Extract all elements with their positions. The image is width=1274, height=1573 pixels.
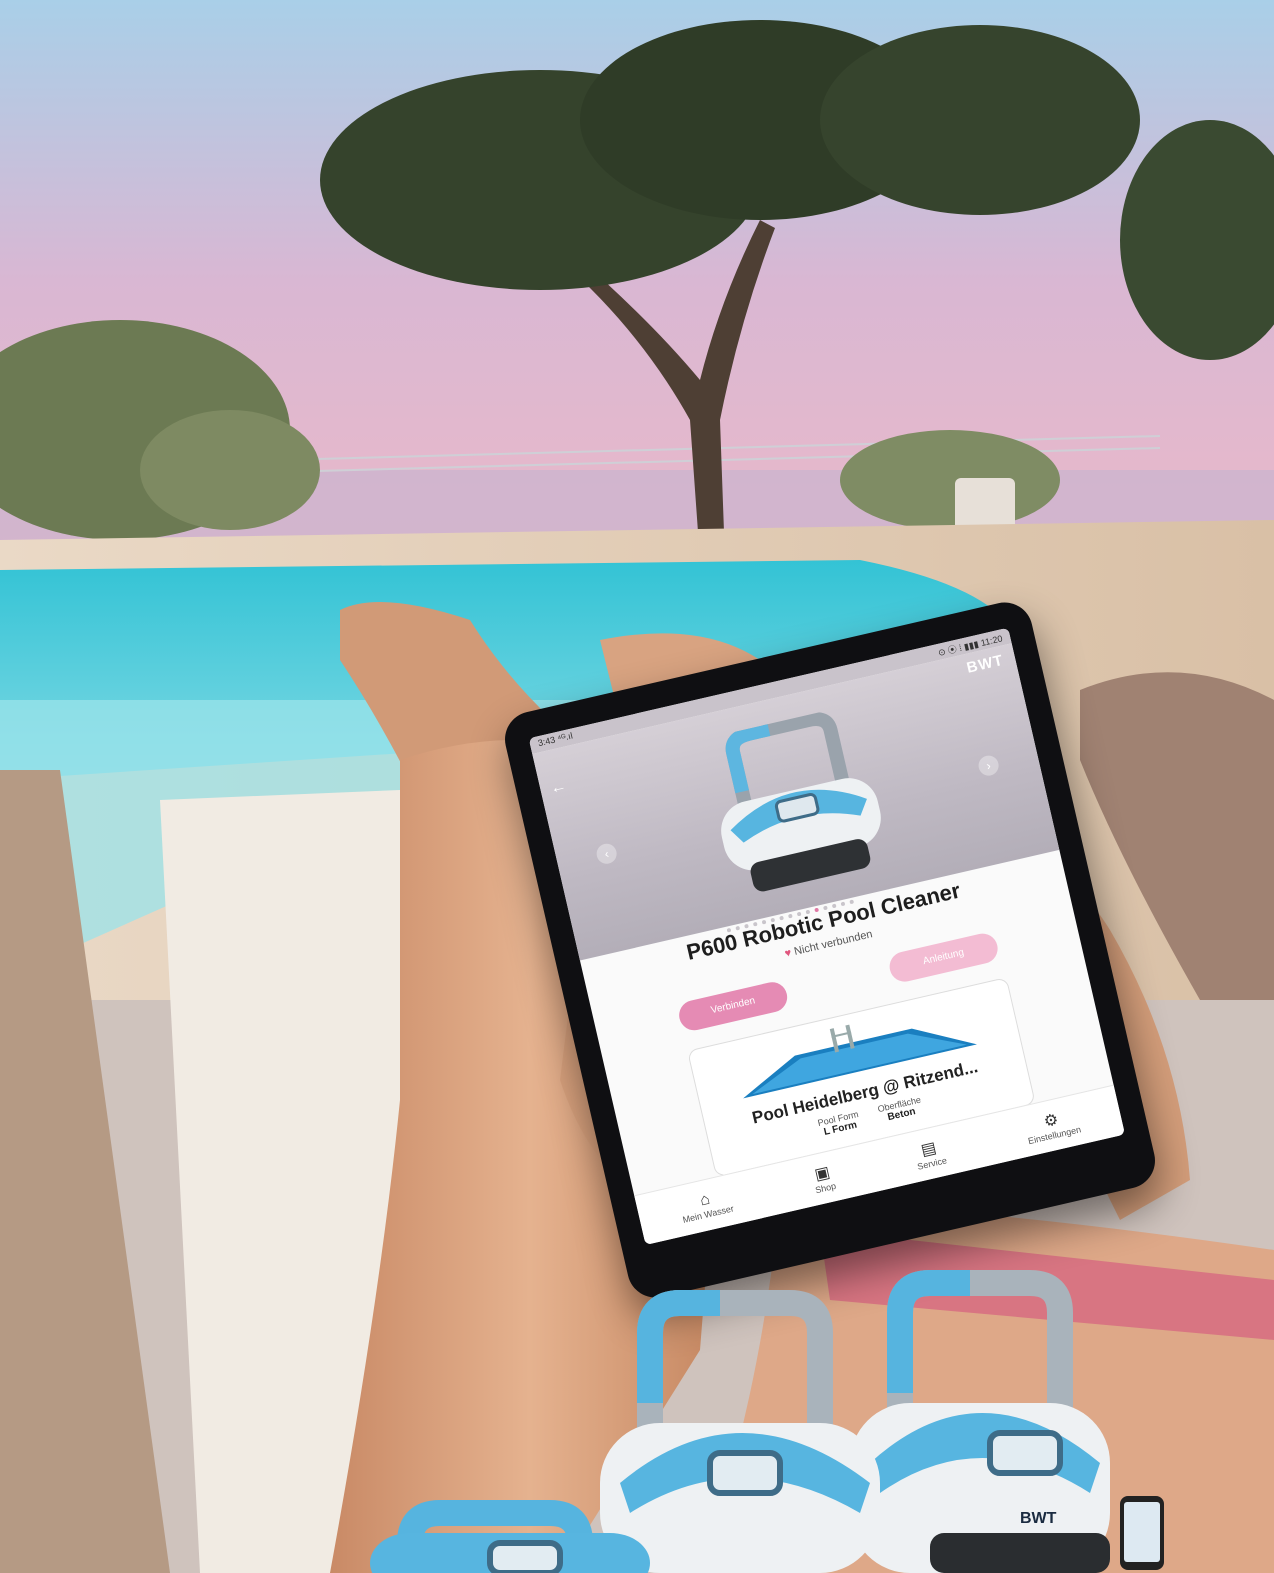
manual-button[interactable]: Anleitung xyxy=(886,930,1001,985)
connect-button[interactable]: Verbinden xyxy=(676,979,791,1034)
nav-mein-wasser[interactable]: ⌂ Mein Wasser xyxy=(678,1186,735,1225)
carousel-prev-icon[interactable]: ‹ xyxy=(594,841,619,866)
product-robot-image xyxy=(721,712,881,892)
robot-cleaner-middle xyxy=(600,1290,880,1573)
carousel-next-icon[interactable]: › xyxy=(976,753,1001,778)
status-heart-icon: ♥ xyxy=(783,946,793,961)
nav-shop[interactable]: ▣ Shop xyxy=(810,1161,837,1195)
nav-service[interactable]: ▤ Service xyxy=(912,1136,947,1171)
nav-einstellungen[interactable]: ⚙ Einstellungen xyxy=(1023,1105,1082,1146)
pool-surface: Oberfläche Beton xyxy=(877,1095,925,1125)
app-store-phone-badge xyxy=(1120,1496,1164,1570)
pool-form: Pool Form L Form xyxy=(817,1109,862,1139)
brand-logo: BWT xyxy=(965,651,1006,677)
robot-logo-back: BWT xyxy=(1020,1510,1057,1527)
back-arrow-icon[interactable]: ← xyxy=(549,777,569,798)
bush-right xyxy=(840,430,1060,530)
robot-cleaner-back: BWT xyxy=(850,1270,1110,1573)
